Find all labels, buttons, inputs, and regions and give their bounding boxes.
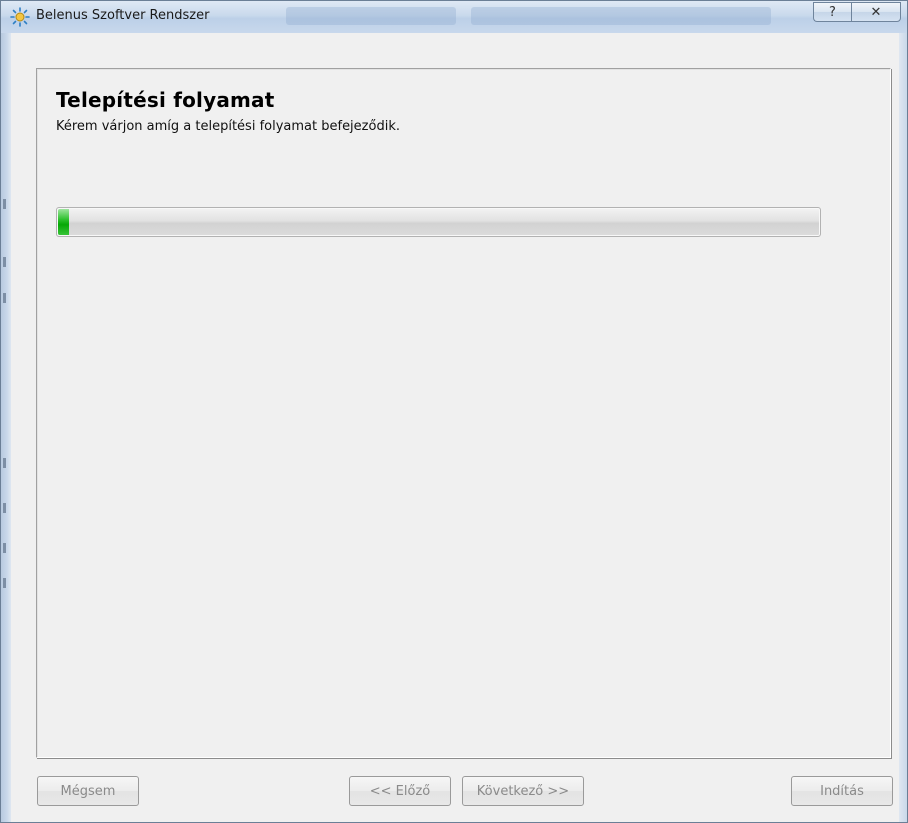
client-area: Telepítési folyamat Kérem várjon amíg a … — [11, 33, 899, 822]
page-title: Telepítési folyamat — [56, 88, 275, 112]
install-progress-bar — [56, 207, 821, 237]
start-button[interactable]: Indítás — [791, 776, 893, 806]
next-button[interactable]: Következő >> — [462, 776, 584, 806]
caption-buttons: ? ✕ — [813, 2, 901, 22]
frame-mark — [3, 578, 6, 588]
window-title: Belenus Szoftver Rendszer — [36, 8, 210, 23]
belenus-app-icon — [10, 7, 30, 27]
frame-mark — [3, 293, 6, 303]
frame-mark — [3, 543, 6, 553]
help-icon: ? — [829, 4, 836, 20]
close-icon: ✕ — [870, 4, 882, 20]
background-ghost — [471, 7, 771, 25]
frame-mark — [3, 503, 6, 513]
title-bar[interactable]: Belenus Szoftver Rendszer ? ✕ — [1, 1, 907, 34]
background-ghost — [286, 7, 456, 25]
back-button[interactable]: << Előző — [349, 776, 451, 806]
window-frame-right — [899, 33, 907, 822]
window-frame-left — [1, 33, 11, 822]
frame-mark — [3, 257, 6, 267]
wizard-page: Telepítési folyamat Kérem várjon amíg a … — [36, 68, 891, 758]
page-subtitle: Kérem várjon amíg a telepítési folyamat … — [56, 119, 400, 134]
help-button[interactable]: ? — [813, 2, 851, 22]
close-button[interactable]: ✕ — [851, 2, 901, 22]
installer-window: Belenus Szoftver Rendszer ? ✕ Telepítési… — [0, 0, 908, 823]
frame-mark — [3, 458, 6, 468]
frame-mark — [3, 199, 6, 209]
cancel-button[interactable]: Mégsem — [37, 776, 139, 806]
progress-fill — [58, 209, 69, 235]
